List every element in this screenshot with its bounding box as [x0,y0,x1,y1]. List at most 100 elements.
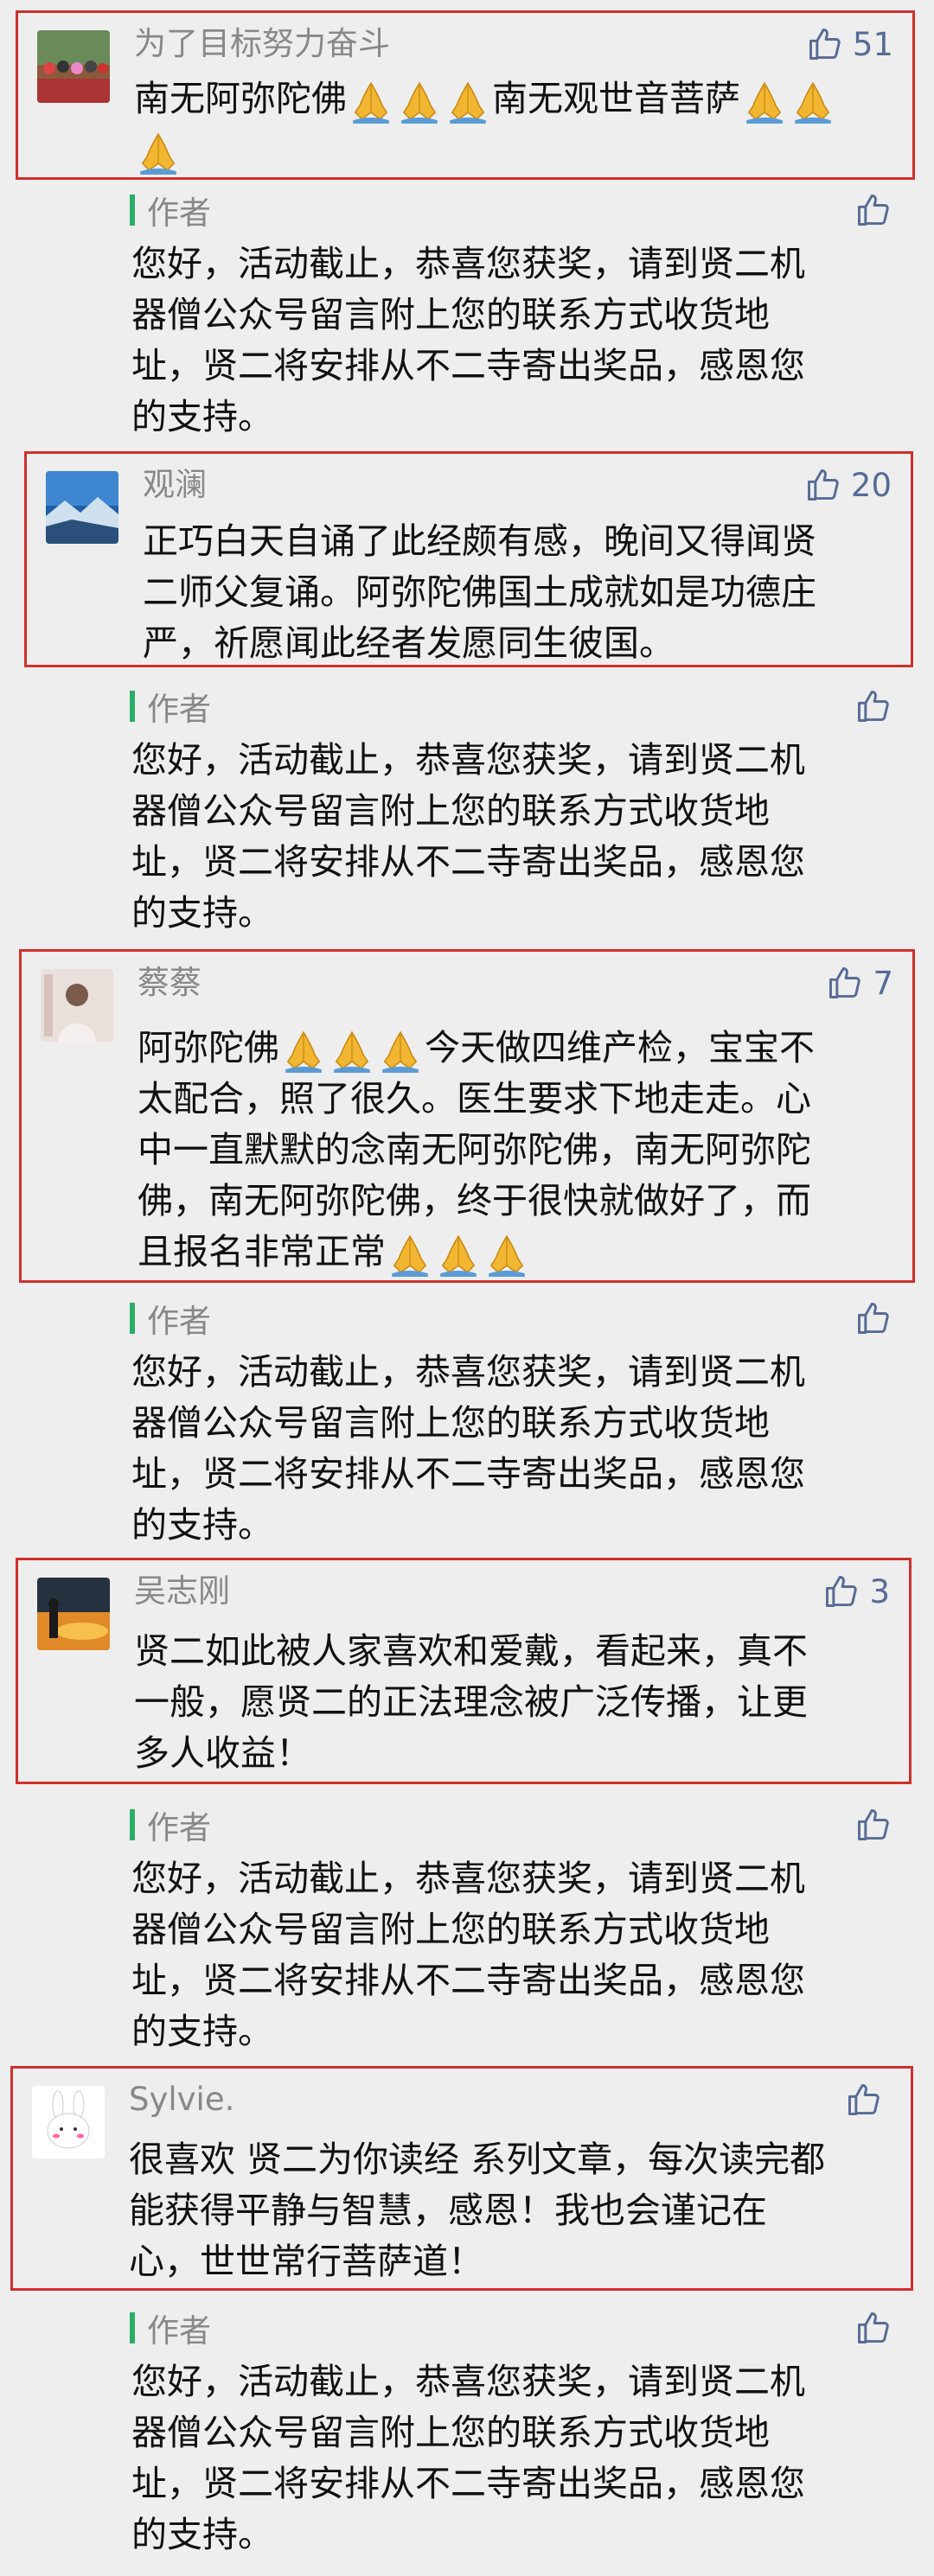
author-reply: 作者您好，活动截止，恭喜您获奖，请到贤二机 器僧公众号留言附上您的联系方式收货地址… [0,1297,934,1556]
praying-hands-icon [387,1232,432,1277]
text-line: 您好，活动截止，恭喜您获奖，请到贤二机 [131,2361,805,2402]
thumbs-up-icon [845,2081,883,2119]
reply-text: 您好，活动截止，恭喜您获奖，请到贤二机 器僧公众号留言附上您的联系方式收货地 址，贤… [131,1853,899,2057]
comment-text: 南无阿弥陀佛 南无观世音菩萨 [134,73,892,175]
text-line [134,124,892,175]
text-line: 中一直默默的念南无阿弥陀佛，南无阿弥陀 [138,1129,811,1170]
comment-text: 正巧白天自诵了此经颇有感，晚间又得闻贤 二师父复诵。阿弥陀佛国土成就如是功德庄 严，… [143,516,890,669]
text-line: 多人收益！ [134,1732,311,1774]
praying-hands-icon [281,1028,326,1073]
text-line: 太配合，照了很久。医生要求下地走走。心 [138,1078,811,1119]
author-accent-bar [130,1809,135,1840]
author-label: 作者 [147,691,211,728]
like-button[interactable]: 3 [822,1569,890,1614]
text-line: 南无阿弥陀佛 南无观世音菩萨 [134,73,892,124]
portrait-avatar[interactable] [41,969,113,1042]
thumbs-up-icon [826,964,864,1002]
thumbs-up-icon [806,25,844,63]
commenter-name[interactable]: 吴志刚 [134,1569,230,1614]
text-line: 的支持。 [131,2514,273,2555]
text-line: 器僧公众号留言附上您的联系方式收货地 [131,790,770,832]
author-tag: 作者 [130,1297,211,1340]
author-reply: 作者 您好，活动截止，恭喜您获奖，请到贤二机 器僧公众号留言附上您的联系方式收货地址… [0,685,934,944]
commenter-name[interactable]: 蔡蔡 [138,960,202,1005]
author-tag: 作者 [130,685,211,728]
mountain-sky-avatar[interactable] [46,471,118,544]
praying-hands-icon [397,79,442,124]
author-reply: 作者您好，活动截止，恭喜您获奖，请到贤二机 器僧公众号留言附上您的联系方式收货地址… [0,1803,934,2063]
sunset-silhouette-avatar[interactable] [37,1578,110,1650]
praying-hands-icon [329,1028,374,1073]
like-count: 7 [873,964,893,1002]
praying-hands-icon [136,130,181,175]
comment-card: Sylvie. 很喜欢 贤二为你读经 系列文章，每次读完都 能获得平静与智慧，感恩！… [10,2066,913,2291]
thumbs-up-icon [854,1299,892,1337]
comment-card: 观澜 20 正巧白天自诵了此经颇有感，晚间又得闻贤 二师父复诵。阿弥陀佛国土成就如是功… [24,451,913,667]
reply-like-button[interactable] [854,2306,892,2350]
like-button[interactable]: 20 [804,462,892,507]
comment-text: 阿弥陀佛 今天做四维产检，宝宝不 太配合，照了很久。医生要求下地走走。心 中一直默默的… [138,1023,892,1278]
text-line: 的支持。 [131,1504,273,1546]
author-label: 作者 [147,1809,211,1846]
text-line: 且报名非常正常 [138,1227,892,1278]
text-line: 您好，活动截止，恭喜您获奖，请到贤二机 [131,739,805,781]
commenter-name[interactable]: 为了目标努力奋斗 [134,22,390,67]
reply-like-button[interactable] [854,1803,892,1846]
comment-card: 蔡蔡 7 阿弥陀佛 今天做四维产检，宝宝不 太配合，照了很久。医生要求下地走走。心 中一直… [19,949,915,1283]
reply-text: 您好，活动截止，恭喜您获奖，请到贤二机 器僧公众号留言附上您的联系方式收货地 址，贤… [131,239,899,443]
author-label: 作者 [147,1303,211,1340]
like-button[interactable] [845,2077,892,2122]
thumbs-up-icon [822,1572,860,1610]
like-count: 20 [850,466,892,504]
text-line: 正巧白天自诵了此经颇有感，晚间又得闻贤 [143,520,816,562]
text-line: 很喜欢 贤二为你读经 系列文章，每次读完都 [129,2139,826,2180]
like-button[interactable]: 7 [826,960,893,1005]
group-photo-avatar[interactable] [37,30,110,103]
author-tag: 作者 [130,1803,211,1846]
author-label: 作者 [147,2312,211,2350]
author-tag: 作者 [130,188,211,232]
author-accent-bar [130,194,135,226]
text-line: 器僧公众号留言附上您的联系方式收货地 [131,1909,770,1950]
praying-hands-icon [484,1232,529,1277]
thumbs-up-icon [854,191,892,229]
reply-like-button[interactable] [854,188,892,232]
comment-list: 为了目标努力奋斗 51 南无阿弥陀佛 南无观世音菩萨 作者 您好，活动截止，恭喜您获奖，请… [0,0,934,2576]
praying-hands-icon [742,79,787,124]
author-reply: 作者您好，活动截止，恭喜您获奖，请到贤二机 器僧公众号留言附上您的联系方式收货地址… [0,2306,934,2566]
text-line: 的支持。 [131,892,273,934]
commenter-name[interactable]: 观澜 [143,462,207,507]
text-line: 二师父复诵。阿弥陀佛国土成就如是功德庄 [143,571,816,613]
praying-hands-icon [378,1028,423,1073]
text-line: 严，祈愿闻此经者发愿同生彼国。 [143,622,675,664]
text-line: 址，贤二将安排从不二寺寄出奖品，感恩您 [131,2463,805,2504]
text-line: 的支持。 [131,2011,273,2052]
author-reply: 作者您好，活动截止，恭喜您获奖，请到贤二机 器僧公众号留言附上您的联系方式收货地址… [0,188,934,448]
text-line: 址，贤二将安排从不二寺寄出奖品，感恩您 [131,1453,805,1495]
text-line: 佛，南无阿弥陀佛，终于很快就做好了，而 [138,1180,811,1221]
reply-like-button[interactable] [854,685,892,728]
author-accent-bar [130,1303,135,1334]
text-line: 器僧公众号留言附上您的联系方式收货地 [131,1402,770,1444]
thumbs-up-icon [854,2309,892,2347]
reply-text: 您好，活动截止，恭喜您获奖，请到贤二机 器僧公众号留言附上您的联系方式收货地 址，贤… [131,1347,899,1551]
like-count: 3 [869,1572,890,1610]
text-line: 的支持。 [131,396,273,437]
thumbs-up-icon [804,466,842,504]
text-line: 址，贤二将安排从不二寺寄出奖品，感恩您 [131,1960,805,2001]
like-button[interactable]: 51 [806,22,893,67]
like-count: 51 [852,25,893,63]
praying-hands-icon [436,1232,481,1277]
comment-text: 很喜欢 贤二为你读经 系列文章，每次读完都 能获得平静与智慧，感恩！我也会谨记在心… [129,2134,890,2287]
text-line: 址，贤二将安排从不二寺寄出奖品，感恩您 [131,345,805,386]
reply-like-button[interactable] [854,1297,892,1340]
author-accent-bar [130,2312,135,2343]
praying-hands-icon [349,79,393,124]
text-line: 一般，愿贤二的正法理念被广泛传播，让更 [134,1681,808,1723]
commenter-name[interactable]: Sylvie. [129,2077,234,2122]
text-line: 您好，活动截止，恭喜您获奖，请到贤二机 [131,243,805,284]
text-line: 器僧公众号留言附上您的联系方式收货地 [131,2412,770,2453]
reply-text: 您好，活动截止，恭喜您获奖，请到贤二机 器僧公众号留言附上您的联系方式收货地 址，贤… [131,2356,899,2560]
bunny-avatar[interactable] [32,2086,105,2158]
thumbs-up-icon [854,687,892,725]
